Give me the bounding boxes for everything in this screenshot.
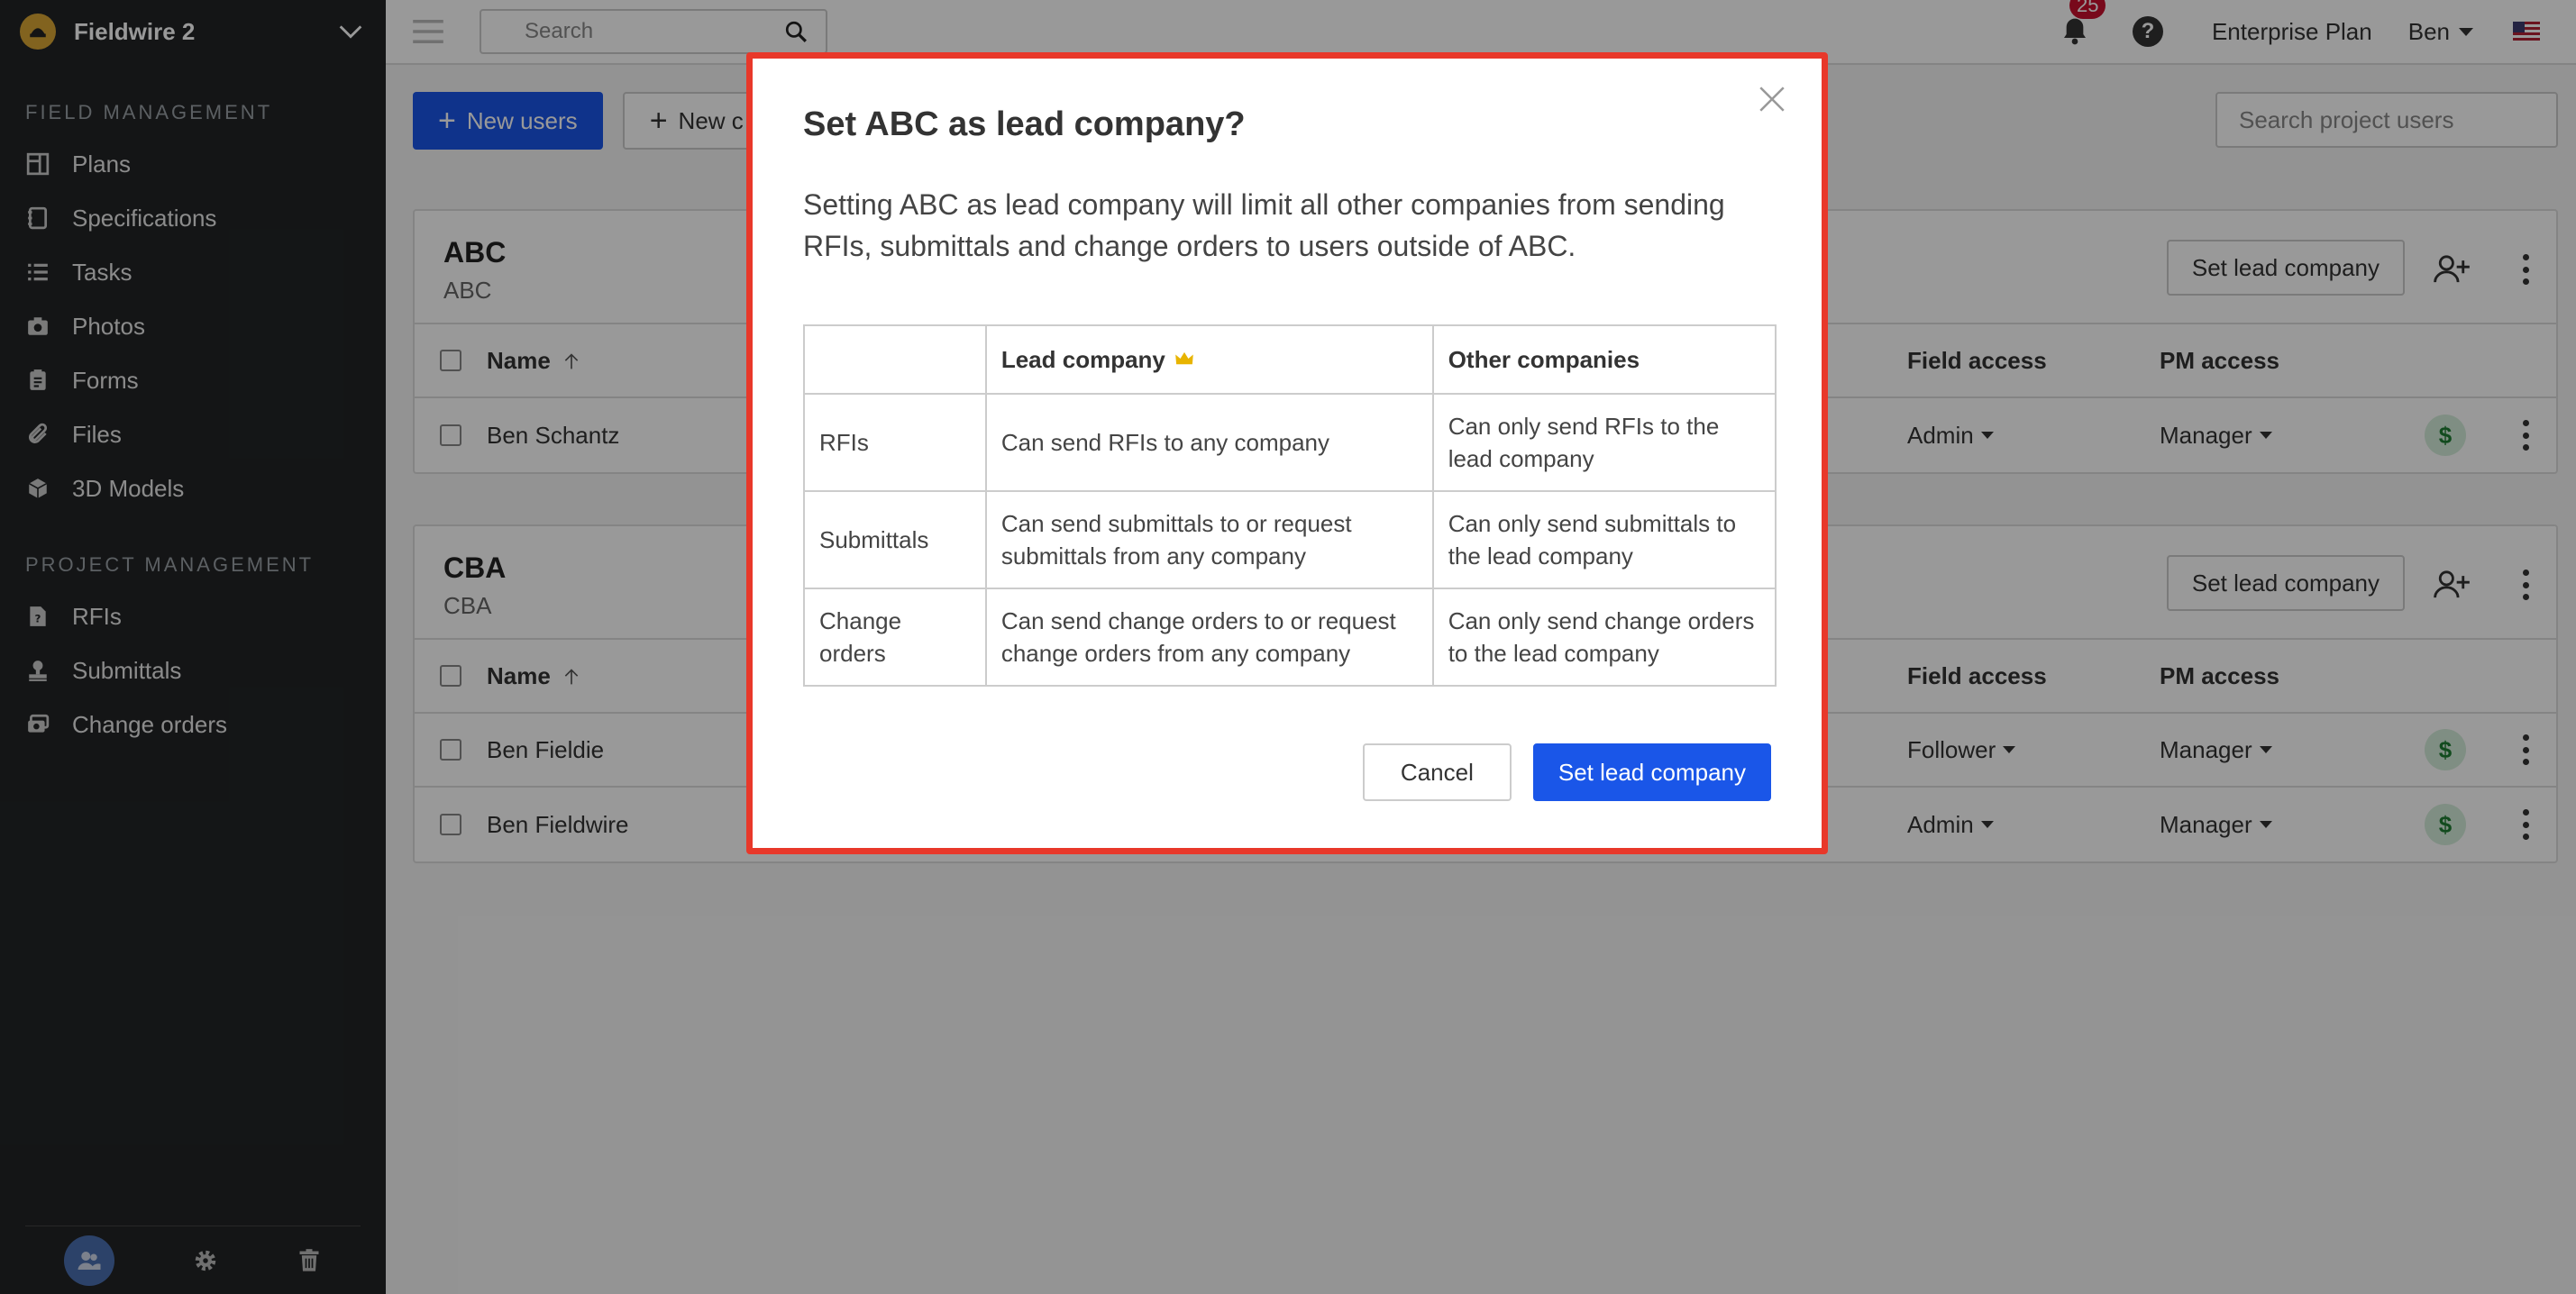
crown-icon bbox=[1175, 351, 1193, 365]
other-cell: Can only send RFIs to the lead company bbox=[1431, 393, 1777, 492]
table-row: RFIs Can send RFIs to any company Can on… bbox=[803, 393, 1777, 492]
dialog-description: Setting ABC as lead company will limit a… bbox=[803, 188, 1725, 262]
table-header-row: Lead company Other companies bbox=[803, 324, 1777, 395]
other-cell: Can only send submittals to the lead com… bbox=[1431, 490, 1777, 589]
table-header-empty bbox=[803, 324, 987, 395]
dialog-title: Set ABC as lead company? bbox=[803, 105, 1246, 143]
dialog-actions: Cancel Set lead company bbox=[1362, 743, 1771, 801]
row-label: Change orders bbox=[803, 588, 987, 687]
other-cell: Can only send change orders to the lead … bbox=[1431, 588, 1777, 687]
cancel-button[interactable]: Cancel bbox=[1362, 743, 1512, 801]
lead-cell: Can send submittals to or request submit… bbox=[984, 490, 1434, 589]
row-label: RFIs bbox=[803, 393, 987, 492]
table-row: Submittals Can send submittals to or req… bbox=[803, 490, 1777, 589]
lead-company-header-label: Lead company bbox=[1000, 346, 1165, 373]
permissions-table: Lead company Other companies RFIs Can se… bbox=[803, 324, 1777, 687]
table-row: Change orders Can send change orders to … bbox=[803, 588, 1777, 687]
set-lead-company-dialog: Set ABC as lead company? Setting ABC as … bbox=[746, 52, 1828, 854]
other-companies-header: Other companies bbox=[1431, 324, 1777, 395]
lead-cell: Can send change orders to or request cha… bbox=[984, 588, 1434, 687]
lead-company-header: Lead company bbox=[984, 324, 1434, 395]
lead-cell: Can send RFIs to any company bbox=[984, 393, 1434, 492]
close-icon[interactable] bbox=[1757, 84, 1787, 114]
row-label: Submittals bbox=[803, 490, 987, 589]
confirm-set-lead-company-button[interactable]: Set lead company bbox=[1532, 743, 1771, 801]
